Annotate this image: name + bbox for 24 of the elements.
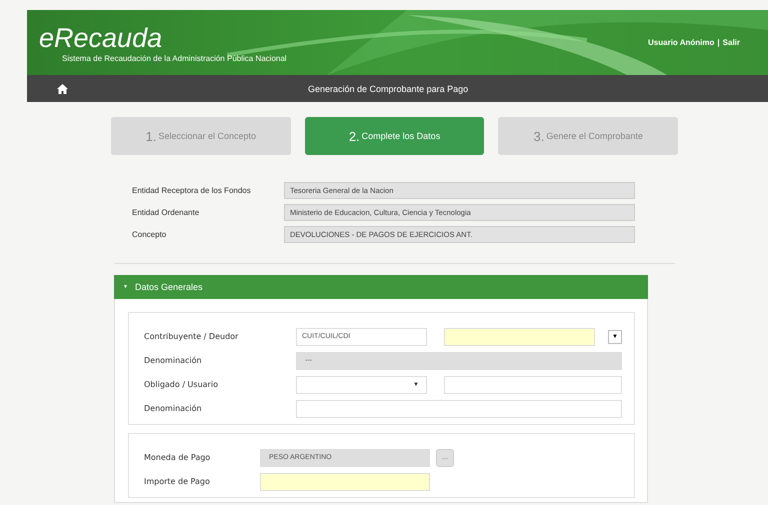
field-label: Concepto <box>132 230 168 239</box>
field-label: Importe de Pago <box>144 477 211 486</box>
field-label: Moneda de Pago <box>144 453 212 462</box>
field-label: Entidad Receptora de los Fondos <box>132 186 252 195</box>
input-field[interactable] <box>260 472 430 490</box>
logout-link[interactable]: Salir <box>722 38 740 47</box>
input-field[interactable] <box>444 376 622 394</box>
input-field[interactable] <box>296 400 622 418</box>
field-label: Denominación <box>144 356 203 365</box>
home-icon[interactable] <box>57 84 68 94</box>
field-label: Obligado / Usuario <box>144 380 219 389</box>
section-title: Datos Generales <box>134 282 202 292</box>
page-title: Generación de Comprobante para Pago <box>308 84 468 94</box>
field-label: Contribuyente / Deudor <box>144 332 240 341</box>
step-tab[interactable]: 3.Genere el Comprobante <box>498 117 678 155</box>
user-link[interactable]: Usuario Anónimo <box>648 38 714 47</box>
step-tab[interactable]: 2.Complete los Datos <box>304 117 484 155</box>
step-tab[interactable]: 1.Seleccionar el Concepto <box>111 117 291 155</box>
field-label: Entidad Ordenante <box>132 208 200 217</box>
field-label: Denominación <box>144 404 203 413</box>
input-field[interactable] <box>444 328 595 346</box>
separator: | <box>717 38 720 47</box>
logo: eRecauda <box>39 22 164 52</box>
subtitle: Sistema de Recaudación de la Administración Pública Nacional <box>61 54 287 62</box>
